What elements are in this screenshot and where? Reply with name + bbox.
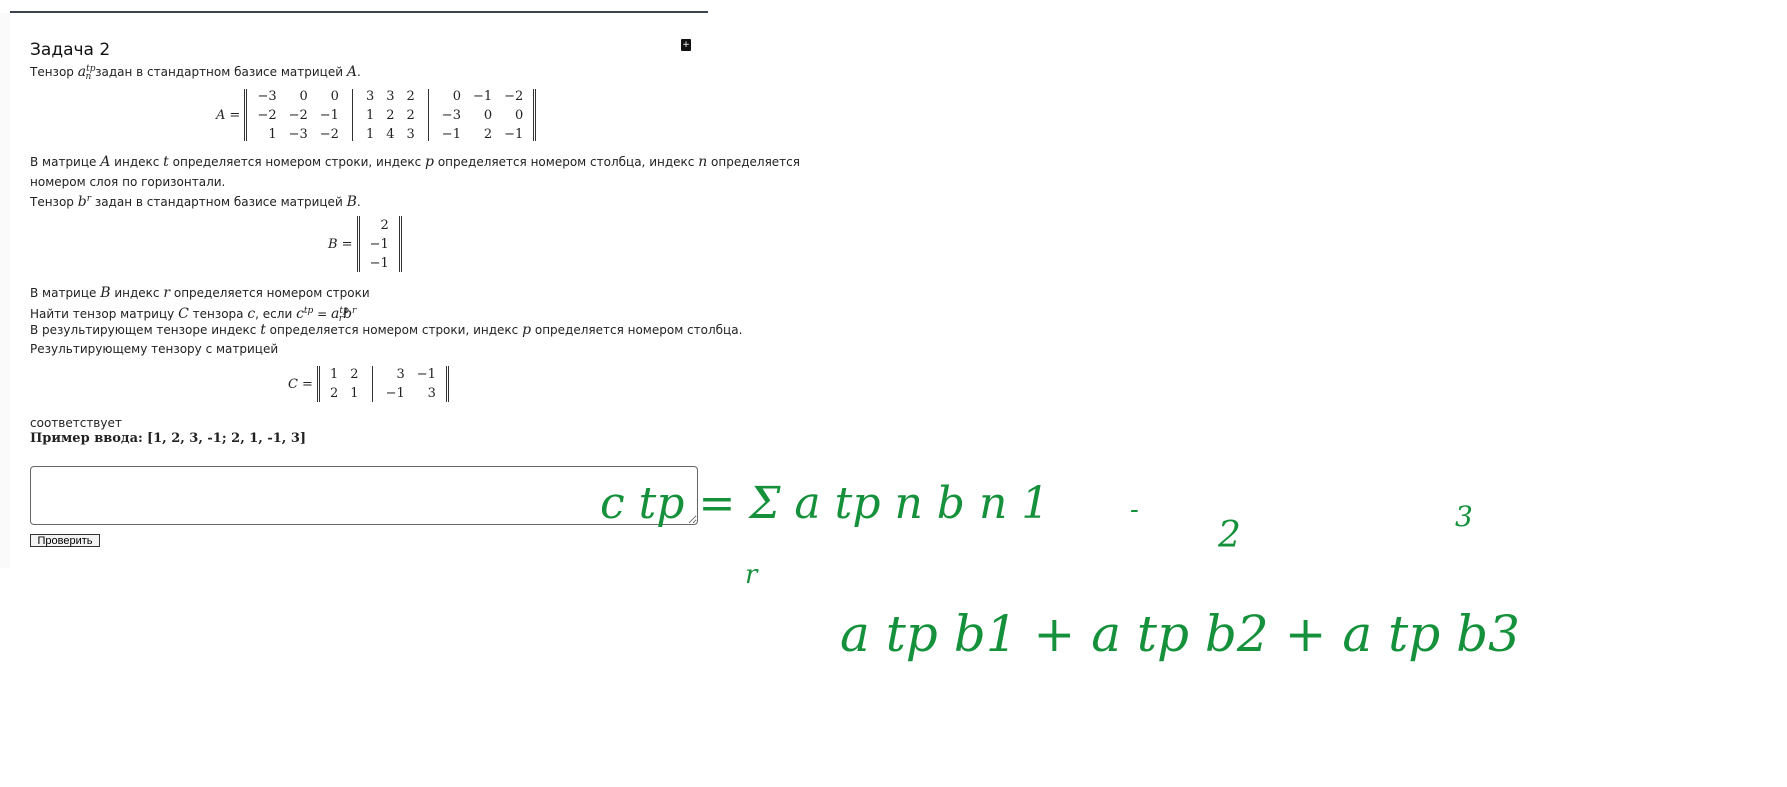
matrix-a: A = −3 0 0 −2 −2 −1 1 −3 −2 3 3 2 1 2 2 1 4 3 0 −1 −2 −3 0 0 −1 2−… (216, 87, 537, 144)
matrix-row: −1 (364, 235, 395, 254)
matrix-cell: −3 (288, 126, 308, 142)
matrix-row: 122 (360, 106, 421, 125)
matrix-cell: 3 (427, 386, 436, 401)
task-text-8: соответствует (30, 416, 122, 430)
matrix-c: C = 1 2 2 1 3 −1 −1 3 (288, 366, 449, 402)
matrix-cell: 1 (365, 107, 375, 123)
matrix-cell: 2 (406, 107, 415, 123)
matrix-cell: 4 (386, 126, 395, 142)
task-text-2b: номером слоя по горизонтали. (30, 175, 226, 189)
matrix-cell: 3 (386, 88, 395, 104)
matrix-cell: −3 (441, 107, 461, 123)
matrix-row: 1 −3 −2 (251, 125, 345, 144)
matrix-cell: 0 (515, 107, 524, 123)
matrix-cell: −2 (319, 126, 339, 142)
matrix-cell: 0 (483, 107, 493, 123)
matrix-row: −3 0 0 (436, 106, 530, 125)
task-text-2: В матрице A индекс t определяется номеро… (30, 154, 800, 170)
matrix-cell: 1 (350, 386, 359, 401)
matrix-cell: 2 (406, 88, 415, 104)
matrix-row: 12 (324, 365, 365, 384)
task-text-6: В результирующем тензоре индекс t опреде… (30, 322, 743, 338)
matrix-cell: −1 (441, 126, 461, 142)
matrix-row: 0 −1 −2 (436, 87, 530, 106)
matrix-row: −1 (364, 254, 395, 273)
matrix-row: 3 −1 (380, 365, 442, 384)
matrix-cell: −1 (416, 367, 436, 382)
matrix-row: 143 (360, 125, 421, 144)
matrix-cell: −2 (257, 107, 277, 123)
matrix-cell: 2 (380, 217, 389, 233)
matrix-cell: 0 (299, 88, 308, 104)
matrix-cell: 3 (365, 88, 375, 104)
matrix-row: −1 3 (380, 384, 442, 403)
answer-input[interactable] (30, 466, 698, 525)
input-example: Пример ввода: [1, 2, 3, -1; 2, 1, -1, 3] (30, 431, 307, 446)
matrix-cell: 1 (268, 126, 277, 142)
matrix-cell: −1 (369, 255, 389, 271)
matrix-cell: −1 (472, 88, 493, 104)
matrix-cell: −1 (319, 107, 339, 123)
task-title: Задача 2 (30, 40, 111, 60)
matrix-cell: −3 (257, 88, 277, 104)
document-export-icon[interactable]: + (681, 39, 691, 51)
matrix-cell: 2 (483, 126, 493, 142)
matrix-cell: 1 (365, 126, 375, 142)
divider (10, 11, 708, 13)
matrix-cell: 2 (386, 107, 395, 123)
task-text-4: В матрице B индекс r определяется номеро… (30, 285, 370, 301)
matrix-row: −1 2 −1 (436, 125, 530, 144)
matrix-row: −3 0 0 (251, 87, 345, 106)
matrix-cell: −1 (504, 126, 524, 142)
page-margin (0, 13, 10, 568)
matrix-cell: −2 (504, 88, 524, 104)
task-text-1: Тензор atpn задан в стандартном базисе м… (30, 64, 361, 83)
matrix-cell: −2 (288, 107, 308, 123)
matrix-row: 332 (360, 87, 421, 106)
matrix-cell: 0 (452, 88, 461, 104)
check-button[interactable]: Проверить (30, 534, 100, 547)
matrix-row: −2 −2 −1 (251, 106, 345, 125)
matrix-cell: 1 (330, 367, 339, 382)
matrix-cell: 2 (330, 386, 339, 401)
task-text-3: Тензор br задан в стандартном базисе мат… (30, 194, 361, 210)
matrix-cell: 3 (396, 367, 405, 382)
matrix-cell: 0 (330, 88, 339, 104)
matrix-cell: 3 (406, 126, 415, 142)
matrix-cell: −1 (385, 386, 405, 401)
matrix-row: 21 (324, 384, 365, 403)
matrix-cell: −1 (369, 236, 389, 252)
task-text-7: Результирующему тензору с матрицей (30, 342, 279, 356)
matrix-row: 2 (364, 216, 395, 235)
matrix-b: B = 2 −1 −1 (328, 216, 402, 272)
matrix-cell: 2 (350, 367, 359, 382)
